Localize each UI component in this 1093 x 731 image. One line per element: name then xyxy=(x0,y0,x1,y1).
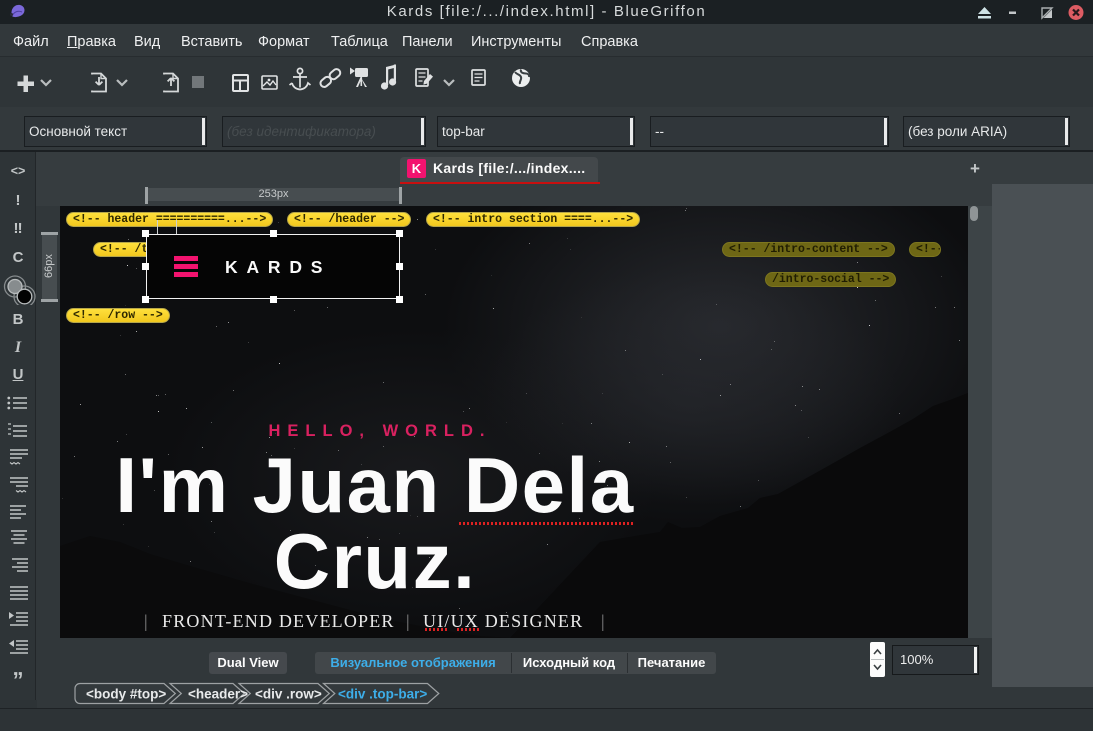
svg-text:<div .top-bar>: <div .top-bar> xyxy=(338,687,427,702)
svg-text:<header>: <header> xyxy=(188,687,248,702)
svg-text:<body #top>: <body #top> xyxy=(86,687,166,702)
svg-text:<div .row>: <div .row> xyxy=(255,687,322,702)
